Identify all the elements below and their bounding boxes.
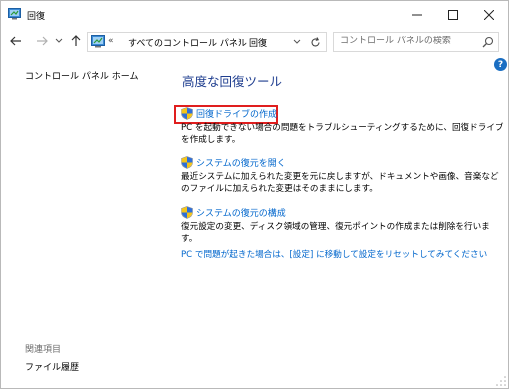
task-description: PC を起動できない場合の問題をトラブルシューティングするために、回復ドライブを… bbox=[181, 123, 504, 145]
search-box[interactable] bbox=[333, 32, 499, 52]
address-overflow-button[interactable]: « bbox=[108, 36, 114, 46]
back-button[interactable] bbox=[8, 33, 24, 49]
search-input[interactable] bbox=[340, 36, 470, 46]
search-icon[interactable] bbox=[481, 35, 495, 49]
maximize-icon bbox=[448, 10, 458, 20]
navigation-bar: « すべてのコントロール パネル › 回復 bbox=[1, 29, 508, 55]
reset-pc-settings-link[interactable]: PC で問題が起きた場合は、[設定] に移動して設定をリセットしてみてください bbox=[181, 248, 487, 260]
shield-icon bbox=[181, 107, 193, 120]
recent-locations-button[interactable] bbox=[54, 33, 64, 49]
chevron-down-icon bbox=[55, 38, 63, 43]
task-create-recovery-drive: 回復ドライブの作成 PC を起動できない場合の問題をトラブルシューティングするた… bbox=[181, 106, 506, 146]
recovery-window: 回復 « すべてのコントロール パネル › 回復 コントロール パネルの検索 コ… bbox=[0, 0, 509, 389]
task-configure-system-restore: システムの復元の構成 復元設定の変更、ディスク領域の管理、復元ポイントの作成また… bbox=[181, 205, 506, 245]
arrow-left-icon bbox=[10, 36, 21, 46]
task-description: 最近システムに加えられた変更を元に戻しますが、ドキュメントや画像、音楽などのファ… bbox=[181, 172, 499, 194]
configure-system-restore-link[interactable]: システムの復元の構成 bbox=[196, 206, 286, 219]
address-history-button[interactable] bbox=[291, 34, 303, 50]
control-panel-icon bbox=[8, 8, 21, 20]
shield-icon bbox=[181, 206, 193, 219]
breadcrumb-separator[interactable]: › bbox=[238, 36, 242, 46]
task-description: 復元設定の変更、ディスク領域の管理、復元ポイントの作成または削除を行います。 bbox=[181, 222, 490, 244]
address-bar[interactable]: « すべてのコントロール パネル › 回復 bbox=[87, 32, 327, 52]
arrow-up-icon bbox=[71, 35, 81, 46]
control-panel-icon bbox=[91, 35, 105, 48]
minimize-button[interactable] bbox=[399, 1, 435, 29]
help-button[interactable]: ? bbox=[494, 58, 507, 71]
create-recovery-drive-link[interactable]: 回復ドライブの作成 bbox=[196, 107, 277, 120]
refresh-button[interactable] bbox=[307, 34, 323, 50]
shield-icon bbox=[181, 156, 193, 169]
control-panel-home-link[interactable]: コントロール パネル ホーム bbox=[25, 69, 138, 82]
breadcrumb-all-control-panel-items[interactable]: すべてのコントロール パネル bbox=[128, 36, 247, 49]
chevron-down-icon bbox=[293, 39, 301, 44]
task-open-system-restore: システムの復元を開く 最近システムに加えられた変更を元に戻しますが、ドキュメント… bbox=[181, 155, 506, 195]
close-button[interactable] bbox=[471, 1, 507, 29]
resize-grip[interactable] bbox=[495, 375, 507, 387]
forward-button[interactable] bbox=[34, 33, 50, 49]
title-bar: 回復 bbox=[1, 1, 508, 29]
main-pane: ? 高度な回復ツール 回復ドライブの作成 PC を起動できない場合の問題をトラブ… bbox=[161, 55, 508, 388]
minimize-icon bbox=[412, 14, 422, 16]
related-heading: 関連項目 bbox=[25, 345, 62, 355]
maximize-button[interactable] bbox=[435, 1, 471, 29]
file-history-link[interactable]: ファイル履歴 bbox=[25, 360, 79, 373]
refresh-icon bbox=[310, 36, 320, 46]
up-button[interactable] bbox=[68, 33, 84, 49]
window-title: 回復 bbox=[27, 12, 46, 22]
page-title: 高度な回復ツール bbox=[182, 74, 283, 89]
close-icon bbox=[484, 10, 494, 20]
breadcrumb-recovery[interactable]: 回復 bbox=[249, 36, 267, 49]
left-pane: コントロール パネル ホーム 関連項目 ファイル履歴 bbox=[1, 55, 161, 388]
arrow-right-icon bbox=[37, 36, 48, 46]
open-system-restore-link[interactable]: システムの復元を開く bbox=[196, 156, 286, 169]
